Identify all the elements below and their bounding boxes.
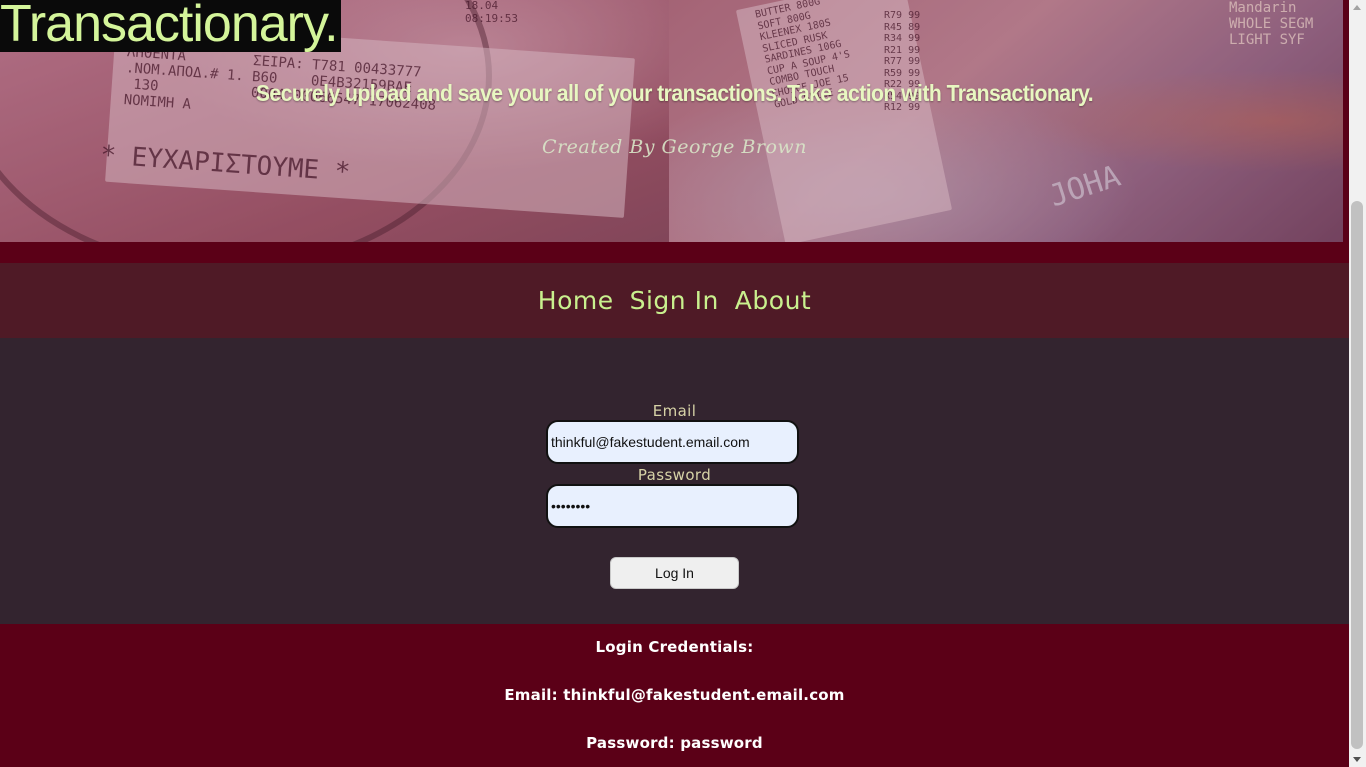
hero-banner: ΛΗΘΕΝΤΑ ΣΕΙΡΑ: Τ781 00433777 .ΝΟΜ.ΑΠΟΔ.#… bbox=[0, 0, 1349, 242]
email-label: Email bbox=[652, 402, 697, 420]
nav-home-link[interactable]: Home bbox=[538, 286, 614, 315]
password-label: Password bbox=[637, 466, 712, 484]
credentials-heading: Login Credentials: bbox=[595, 638, 754, 656]
main-nav: Home Sign In About bbox=[0, 263, 1349, 338]
email-field[interactable] bbox=[546, 420, 799, 464]
hero-tagline: Securely upload and save your all of you… bbox=[255, 80, 1094, 106]
scroll-up-arrow-icon[interactable] bbox=[1353, 5, 1361, 10]
vertical-scrollbar[interactable] bbox=[1349, 0, 1366, 767]
page: ΛΗΘΕΝΤΑ ΣΕΙΡΑ: Τ781 00433777 .ΝΟΜ.ΑΠΟΔ.#… bbox=[0, 0, 1349, 767]
scroll-down-arrow-icon[interactable] bbox=[1353, 757, 1361, 762]
credentials-password: Password: password bbox=[586, 734, 763, 752]
hero-credit: Created By George Brown bbox=[542, 136, 807, 158]
nav-about-link[interactable]: About bbox=[735, 286, 811, 315]
login-panel: Email Password Log In bbox=[0, 338, 1349, 624]
brand-logo[interactable]: Transactionary. bbox=[0, 0, 341, 52]
section-divider bbox=[0, 242, 1349, 263]
log-in-button[interactable]: Log In bbox=[610, 557, 739, 589]
credentials-footer: Login Credentials: Email: thinkful@fakes… bbox=[0, 624, 1349, 767]
credentials-email: Email: thinkful@fakestudent.email.com bbox=[504, 686, 845, 704]
scrollbar-thumb[interactable] bbox=[1351, 201, 1363, 749]
nav-sign-in-link[interactable]: Sign In bbox=[630, 286, 719, 315]
password-field[interactable] bbox=[546, 484, 799, 528]
